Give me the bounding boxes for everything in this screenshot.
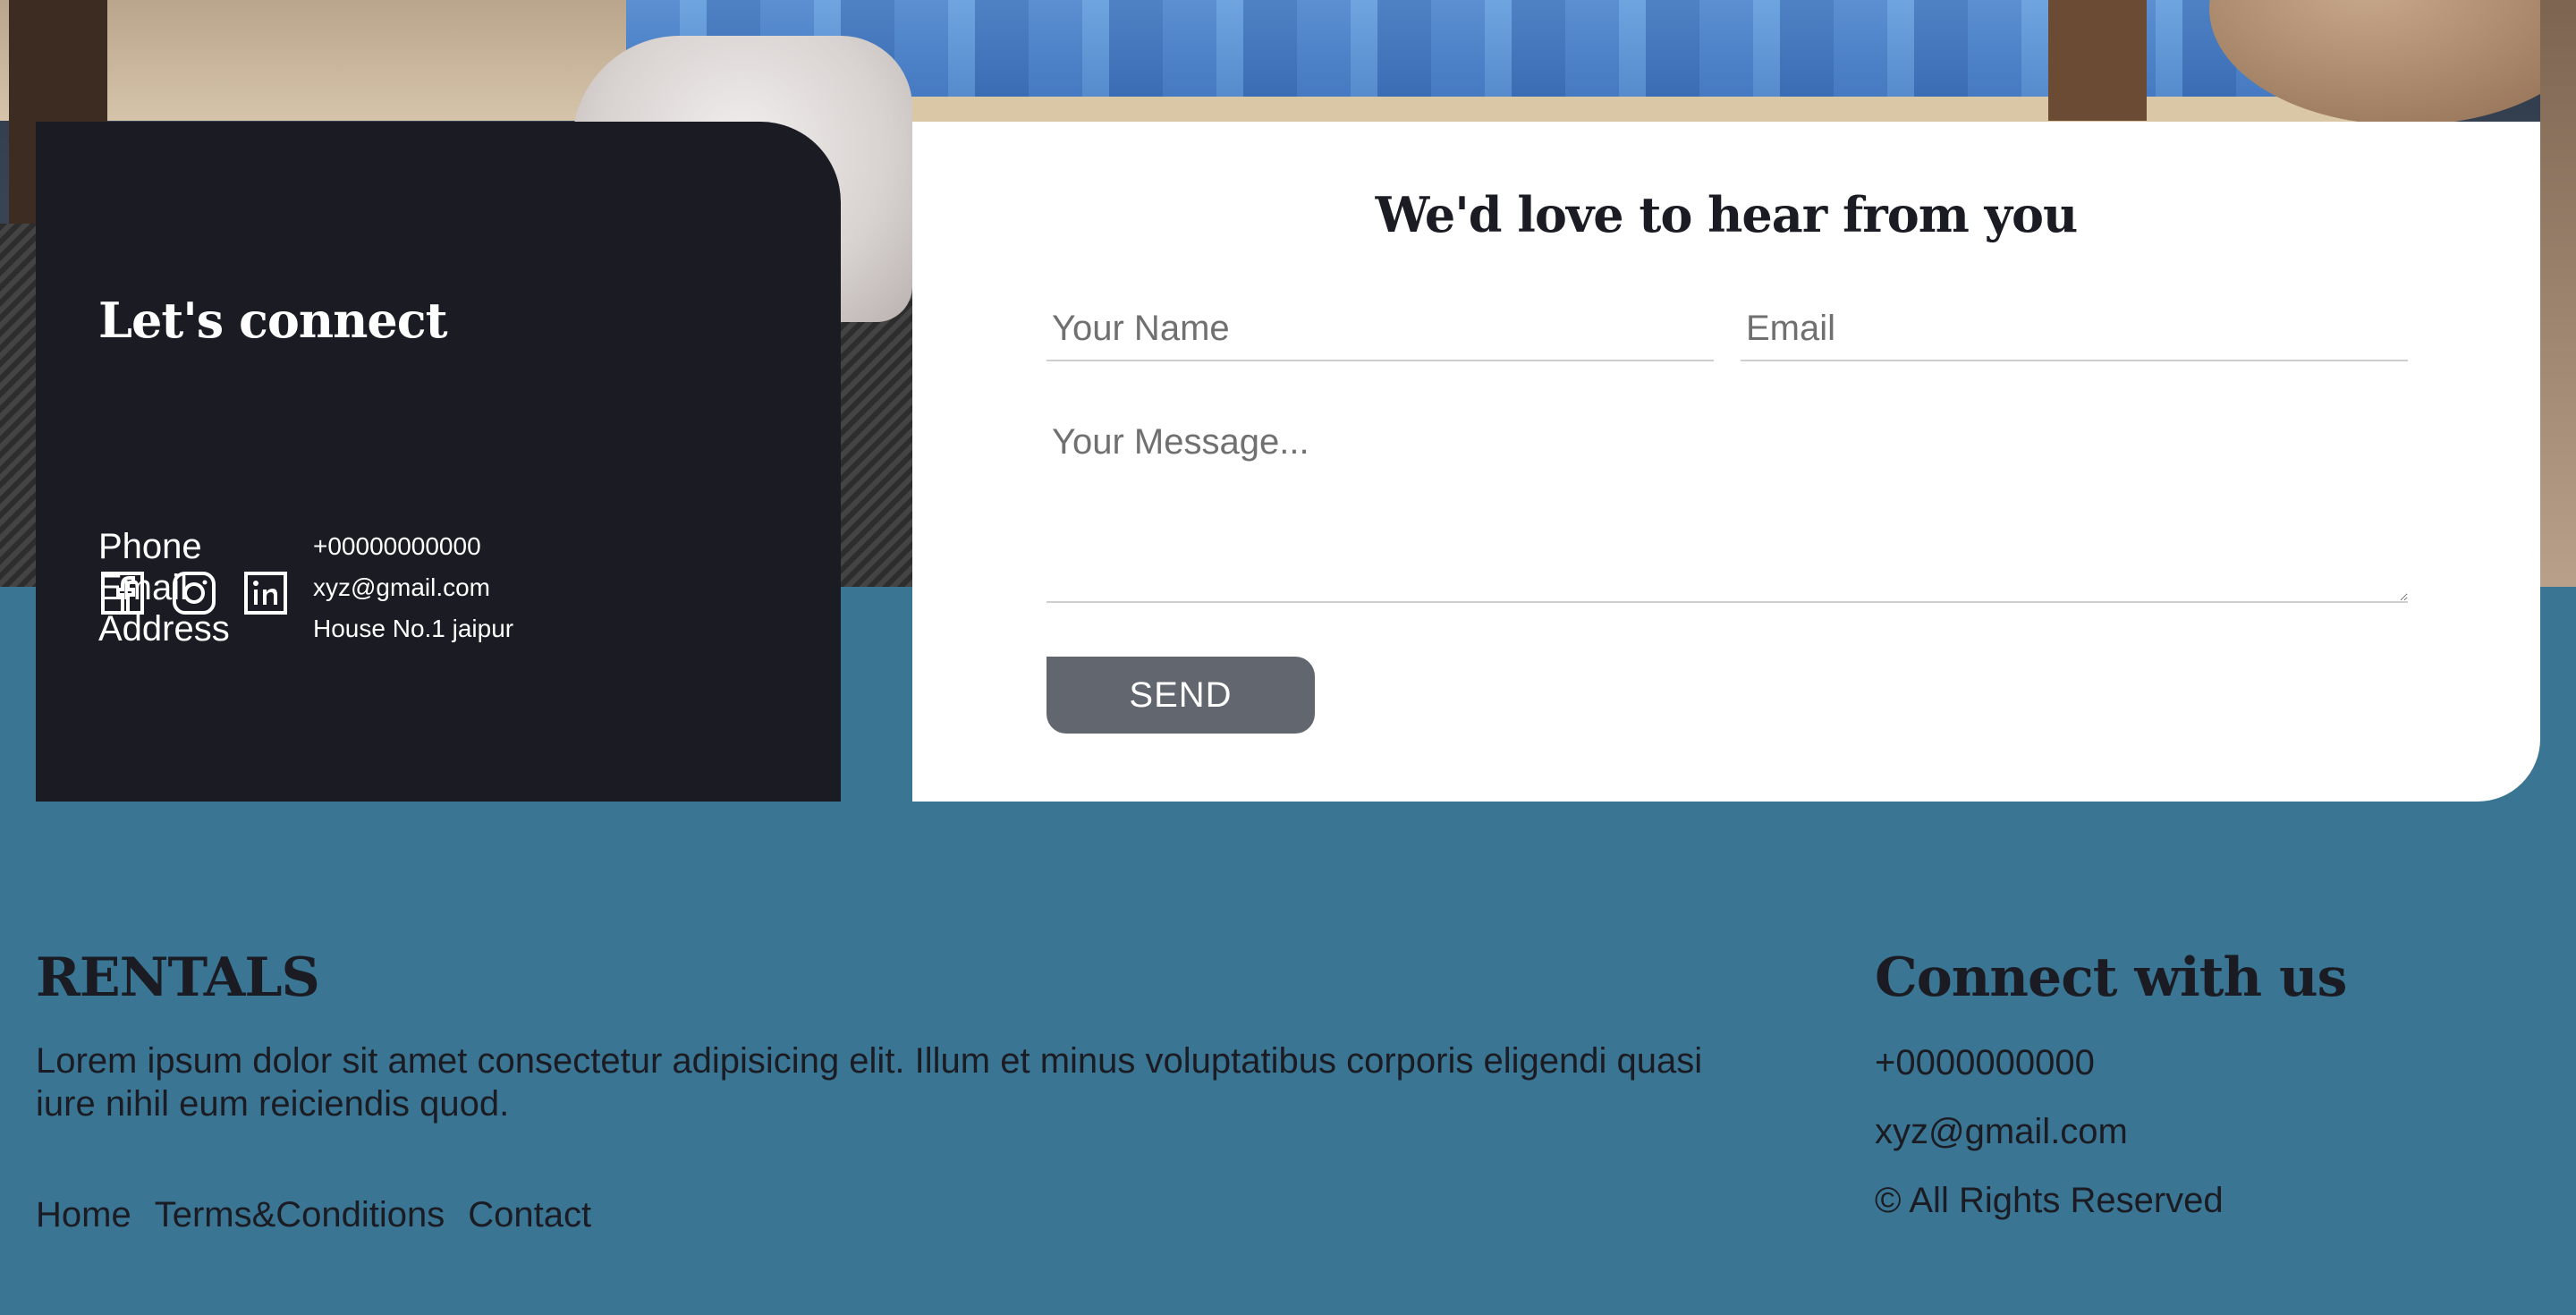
wall-edge [2540,0,2576,587]
phone-value: +00000000000 [313,532,481,560]
address-value: House No.1 jaipur [313,615,514,642]
contact-card-title: Let's connect [98,292,448,349]
footer-brand: RENTALS [36,946,320,1009]
footer-rights: © All Rights Reserved [1875,1181,2224,1220]
pool-edge [894,97,2415,123]
phone-row: Phone +00000000000 [98,526,481,567]
contact-form-card: We'd love to hear from you SEND [912,122,2540,802]
wooden-pillar-right [2048,0,2147,121]
linkedin-icon[interactable] [243,571,288,615]
form-title: We'd love to hear from you [1375,186,2079,243]
email-value: xyz@gmail.com [313,573,491,601]
send-button[interactable]: SEND [1046,657,1315,734]
footer-phone: +0000000000 [1875,1043,2095,1082]
footer-link-contact[interactable]: Contact [468,1195,591,1235]
message-textarea[interactable] [1046,408,2408,603]
footer-link-terms[interactable]: Terms&Conditions [155,1195,445,1235]
name-input[interactable] [1046,297,1714,361]
facebook-icon[interactable] [100,571,145,615]
email-input[interactable] [1741,297,2408,361]
footer-link-home[interactable]: Home [36,1195,131,1235]
social-icon-row [100,571,288,615]
footer-description: Lorem ipsum dolor sit amet consectetur a… [36,1041,1703,1124]
footer-email: xyz@gmail.com [1875,1112,2128,1151]
phone-label: Phone [98,526,202,566]
footer-nav: Home Terms&Conditions Contact [36,1195,591,1235]
contact-info-card: Let's connect Phone +00000000000 Email x… [36,122,841,802]
footer-connect-title: Connect with us [1875,946,2347,1009]
instagram-icon[interactable] [172,571,216,615]
